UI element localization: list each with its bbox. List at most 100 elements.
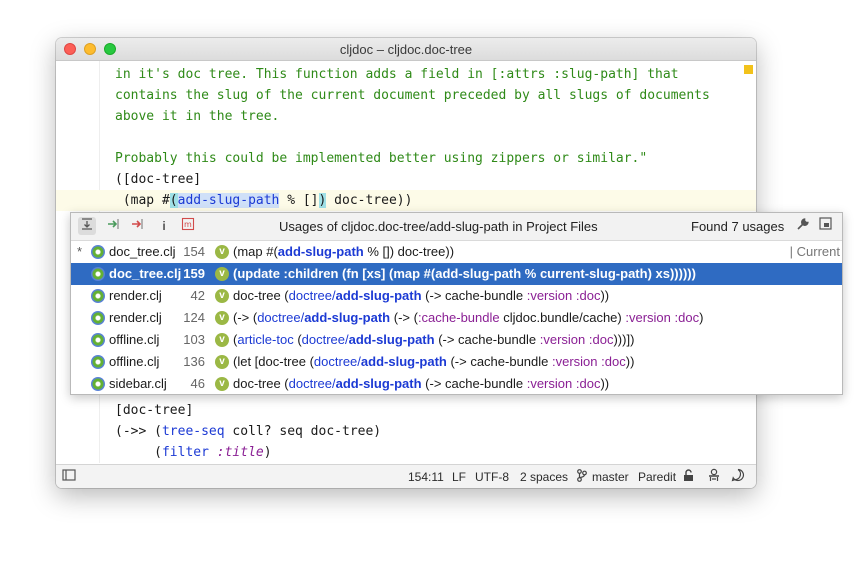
code-token: doc-tree)) xyxy=(326,193,413,208)
next-usage-icon[interactable] xyxy=(104,217,122,235)
usage-token: (-> cache-bundle xyxy=(421,376,527,391)
code-token: contains the slug of the current documen… xyxy=(115,88,710,103)
indent-setting[interactable]: 2 spaces xyxy=(520,470,568,484)
git-branch[interactable]: master xyxy=(592,470,629,484)
usage-token: doctree/ xyxy=(313,354,361,369)
usage-token: add-slug-path xyxy=(277,244,364,259)
code-line[interactable]: ([doc-tree] xyxy=(115,169,201,190)
code-line[interactable]: contains the slug of the current documen… xyxy=(115,85,710,106)
usage-token: doctree/ xyxy=(257,310,305,325)
lock-icon[interactable] xyxy=(683,469,695,485)
usage-token: ) xyxy=(699,310,704,325)
usage-token: :version xyxy=(526,288,573,303)
usage-token: )))]) xyxy=(613,332,635,347)
window-title: cljdoc – cljdoc.doc-tree xyxy=(339,42,473,57)
usage-token: add-slug-path xyxy=(348,332,435,347)
usage-file-name: offline.clj xyxy=(109,354,160,369)
title-bar: cljdoc – cljdoc.doc-tree xyxy=(56,38,756,61)
usage-row[interactable]: render.clj 124 v (-> (doctree/add-slug-path… xyxy=(71,307,842,329)
current-usage-label: | Current xyxy=(789,244,840,259)
usage-token: (update :children (fn [xs] (map #( xyxy=(233,266,436,281)
usage-token: add-slug-path xyxy=(435,266,522,281)
inspector-icon[interactable] xyxy=(707,468,721,485)
warning-marker[interactable] xyxy=(744,65,753,74)
usage-row[interactable]: * doc_tree.clj 154 v (map #(add-slug-path % … xyxy=(71,241,842,263)
usage-line-number: 159 xyxy=(183,266,205,281)
usage-token: (-> cache-bundle xyxy=(446,354,552,369)
code-token: ) xyxy=(263,445,272,460)
usage-code-snippet: (update :children (fn [xs] (map #(add-sl… xyxy=(233,266,696,281)
usage-line-number: 42 xyxy=(190,288,205,303)
usage-token: doctree/ xyxy=(288,288,336,303)
clojure-file-icon xyxy=(91,289,105,303)
usage-token: :doc xyxy=(575,288,601,303)
usage-code-snippet: doc-tree (doctree/add-slug-path (-> cach… xyxy=(233,288,609,303)
var-icon: v xyxy=(215,377,229,391)
usage-row[interactable]: render.clj 42 v doc-tree (doctree/add-slug-… xyxy=(71,285,842,307)
usage-token: article-toc xyxy=(237,332,294,347)
usage-line-number: 136 xyxy=(183,354,205,369)
var-icon: v xyxy=(215,333,229,347)
var-icon: v xyxy=(215,289,229,303)
restore-window-icon[interactable] xyxy=(816,217,834,235)
info-icon[interactable]: i xyxy=(155,217,173,235)
usage-token: add-slug-path xyxy=(360,354,447,369)
code-line[interactable]: (filter :title) xyxy=(115,442,272,463)
code-line[interactable]: in it's doc tree. This function adds a f… xyxy=(115,64,679,85)
usage-file-name: doc_tree.clj xyxy=(109,244,176,259)
usages-title: Usages of cljdoc.doc-tree/add-slug-path … xyxy=(279,219,598,234)
status-bar: 154:11 LF UTF-8 2 spaces master Paredit xyxy=(56,464,756,488)
code-line[interactable]: Probably this could be implemented bette… xyxy=(115,148,647,169)
var-icon: v xyxy=(215,267,229,281)
usage-file-name: sidebar.clj xyxy=(109,376,167,391)
var-icon: v xyxy=(215,245,229,259)
code-line[interactable]: (->> (tree-seq coll? seq doc-tree) xyxy=(115,421,381,442)
code-token: coll? seq doc-tree) xyxy=(224,424,382,439)
usage-line-number: 154 xyxy=(183,244,205,259)
file-encoding[interactable]: UTF-8 xyxy=(475,470,509,484)
notifications-icon[interactable] xyxy=(731,468,745,485)
usage-code-snippet: (article-toc (doctree/add-slug-path (-> … xyxy=(233,332,634,347)
code-token: [doc-tree] xyxy=(115,403,194,418)
line-ending[interactable]: LF xyxy=(452,470,466,484)
cursor-position[interactable]: 154:11 xyxy=(408,470,444,484)
code-token: add-slug-path xyxy=(177,193,280,208)
code-token: Probably this could be implemented bette… xyxy=(115,151,648,166)
panel-toggle-icon[interactable] xyxy=(62,468,76,485)
var-icon: v xyxy=(215,311,229,325)
module-icon[interactable]: m xyxy=(179,217,197,235)
find-usages-popup: i m Usages of cljdoc.doc-tree/add-slug-p… xyxy=(70,212,843,395)
usage-token: :doc xyxy=(601,354,626,369)
current-marker: * xyxy=(77,244,83,259)
code-line[interactable]: [doc-tree] xyxy=(115,400,193,421)
usage-token: :version xyxy=(552,354,598,369)
usage-code-snippet: (map #(add-slug-path % []) doc-tree)) xyxy=(233,244,454,259)
usage-line-number: 124 xyxy=(183,310,205,325)
usages-toolbar: i m Usages of cljdoc.doc-tree/add-slug-p… xyxy=(71,213,842,241)
code-line[interactable]: above it in the tree. xyxy=(115,106,279,127)
usage-token: :doc xyxy=(575,376,601,391)
usage-row[interactable]: offline.clj 103 v (article-toc (doctree/add… xyxy=(71,329,842,351)
usage-token: add-slug-path xyxy=(335,376,422,391)
usage-token: add-slug-path xyxy=(304,310,391,325)
usage-file-name: offline.clj xyxy=(109,332,160,347)
svg-text:m: m xyxy=(184,220,192,229)
editing-mode[interactable]: Paredit xyxy=(638,470,676,484)
code-line[interactable]: (map #(add-slug-path % []) doc-tree)) xyxy=(115,190,412,211)
usage-row[interactable]: doc_tree.clj 159 v (update :children (fn [x… xyxy=(71,263,842,285)
code-token: above it in the tree. xyxy=(115,109,280,124)
wrench-icon[interactable] xyxy=(794,217,812,235)
code-token: ( xyxy=(169,193,178,208)
usage-row[interactable]: sidebar.clj 46 v doc-tree (doctree/add-slug… xyxy=(71,373,842,394)
collapse-all-icon[interactable] xyxy=(78,217,96,235)
usage-token: doctree/ xyxy=(288,376,336,391)
usage-file-name: render.clj xyxy=(109,310,162,325)
code-token: (->> ( xyxy=(115,424,162,439)
previous-usage-icon[interactable] xyxy=(128,217,146,235)
usage-row[interactable]: offline.clj 136 v (let [doc-tree (doctree/a… xyxy=(71,351,842,373)
branch-icon xyxy=(577,469,587,485)
usage-token: :version xyxy=(526,376,573,391)
usage-token: )) xyxy=(600,288,610,303)
code-token: (map # xyxy=(115,193,170,208)
code-token: tree-seq xyxy=(161,424,225,439)
